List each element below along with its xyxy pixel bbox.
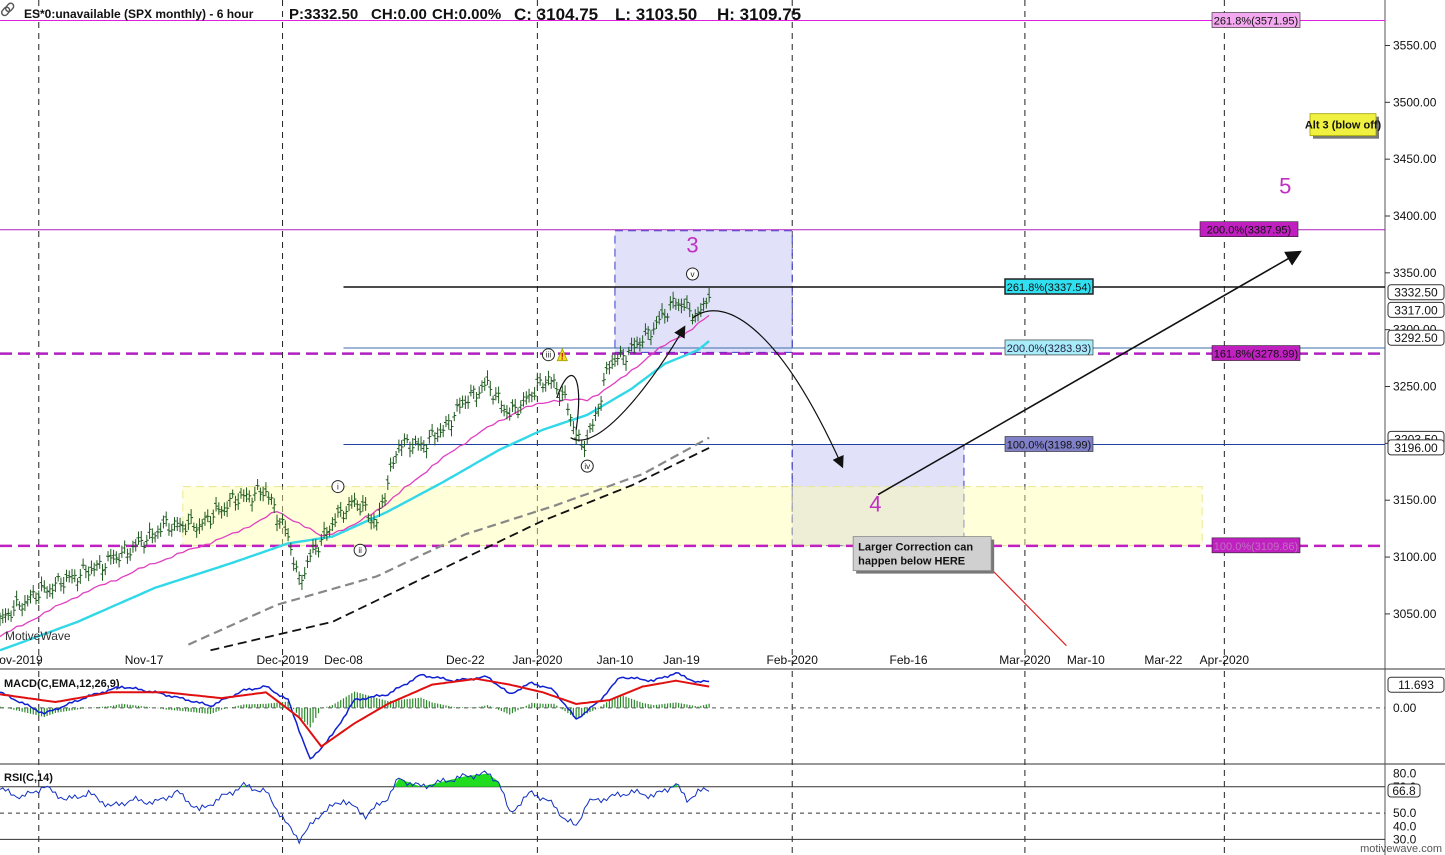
time-tick-label[interactable]: Apr-2020 <box>1200 653 1250 667</box>
time-tick-label[interactable]: Mar-22 <box>1144 653 1182 667</box>
sub-wave-label: ii <box>358 546 362 555</box>
larger-correction-text: Larger Correction can <box>858 542 973 554</box>
header-close: C: 3104.75 <box>514 5 598 24</box>
rsi-tick-label: 40.0 <box>1393 819 1417 833</box>
sub-wave-label: v <box>691 270 695 279</box>
time-tick-label[interactable]: Feb-2020 <box>767 653 819 667</box>
time-tick-label[interactable]: Nov-2019 <box>0 653 43 667</box>
rsi-tick-label: 80.0 <box>1393 767 1417 781</box>
price-tag-label: 3292.50 <box>1394 331 1438 345</box>
wave-label: 5 <box>1279 173 1291 198</box>
sub-wave-label: iv <box>584 462 590 471</box>
macd-current-value: 11.693 <box>1398 678 1434 692</box>
price-tag-label: 3317.00 <box>1394 303 1438 317</box>
header-change-percent: CH:0.00% <box>432 6 501 23</box>
fib-level-label: 100.0%(3198.99) <box>1007 440 1091 452</box>
price-tick-label[interactable]: 3100.00 <box>1393 550 1437 564</box>
header-price: P:3332.50 <box>289 6 358 23</box>
time-tick-label[interactable]: Mar-10 <box>1067 653 1105 667</box>
price-tick-label[interactable]: 3350.00 <box>1393 266 1437 280</box>
time-tick-label[interactable]: Dec-2019 <box>257 653 309 667</box>
time-tick-label[interactable]: Jan-10 <box>597 653 634 667</box>
header-change: CH:0.00 <box>371 6 427 23</box>
price-tick-label[interactable]: 3250.00 <box>1393 380 1437 394</box>
price-tick-label[interactable]: 3150.00 <box>1393 493 1437 507</box>
rsi-current-value: 66.8 <box>1392 784 1416 798</box>
fib-level-label: 200.0%(3283.93) <box>1007 343 1091 355</box>
time-tick-label[interactable]: Mar-2020 <box>999 653 1051 667</box>
larger-correction-text: happen below HERE <box>858 556 965 568</box>
warning-label: ! <box>561 352 564 362</box>
fib-level-label: 261.8%(3337.54) <box>1007 282 1091 294</box>
price-tick-label[interactable]: 3450.00 <box>1393 152 1437 166</box>
sub-wave-label: iii <box>546 351 552 360</box>
alt3-text: Alt 3 (blow off) <box>1305 120 1382 132</box>
price-tag-label: 3196.00 <box>1394 441 1438 455</box>
watermark-right: motivewave.com <box>1360 843 1442 855</box>
macd-tick-label: 0.00 <box>1393 701 1417 715</box>
price-tag-label: 3332.50 <box>1394 286 1438 300</box>
header-high: H: 3109.75 <box>717 5 801 24</box>
rsi-tick-label: 50.0 <box>1393 806 1417 820</box>
price-tick-label[interactable]: 3050.00 <box>1393 607 1437 621</box>
fib-level-label: 161.8%(3278.99) <box>1214 349 1298 361</box>
price-tick-label[interactable]: 3500.00 <box>1393 95 1437 109</box>
time-tick-label[interactable]: Nov-17 <box>125 653 164 667</box>
symbol-title[interactable]: ES*0:unavailable (SPX monthly) - 6 hour <box>24 7 254 21</box>
wave-label: 4 <box>869 492 881 517</box>
wave-label: 3 <box>686 232 698 257</box>
time-tick-label[interactable]: Jan-2020 <box>512 653 562 667</box>
wave-3-target-box <box>614 230 793 353</box>
header-low: L: 3103.50 <box>615 5 697 24</box>
fib-level-label: 100.0%(3109.86) <box>1214 541 1298 553</box>
price-tick-label[interactable]: 3550.00 <box>1393 38 1437 52</box>
time-tick-label[interactable]: Feb-16 <box>890 653 928 667</box>
sub-wave-label: i <box>337 483 339 492</box>
rsi-title: RSI(C,14) <box>4 772 53 784</box>
support-yellow-zone <box>182 486 1203 547</box>
time-tick-label[interactable]: Jan-19 <box>663 653 700 667</box>
watermark-left: MotiveWave <box>5 629 71 643</box>
fib-level-label: 261.8%(3571.95) <box>1214 16 1298 28</box>
time-tick-label[interactable]: Dec-22 <box>446 653 485 667</box>
chart-canvas: 261.8%(3571.95) 200.0%(3387.95) 261.8%(333… <box>0 0 1445 855</box>
chart-background <box>0 0 1445 855</box>
fib-level-label: 200.0%(3387.95) <box>1207 225 1291 237</box>
time-tick-label[interactable]: Dec-08 <box>324 653 363 667</box>
macd-title: MACD(C,EMA,12,26,9) <box>4 678 120 690</box>
price-tick-label[interactable]: 3400.00 <box>1393 209 1437 223</box>
